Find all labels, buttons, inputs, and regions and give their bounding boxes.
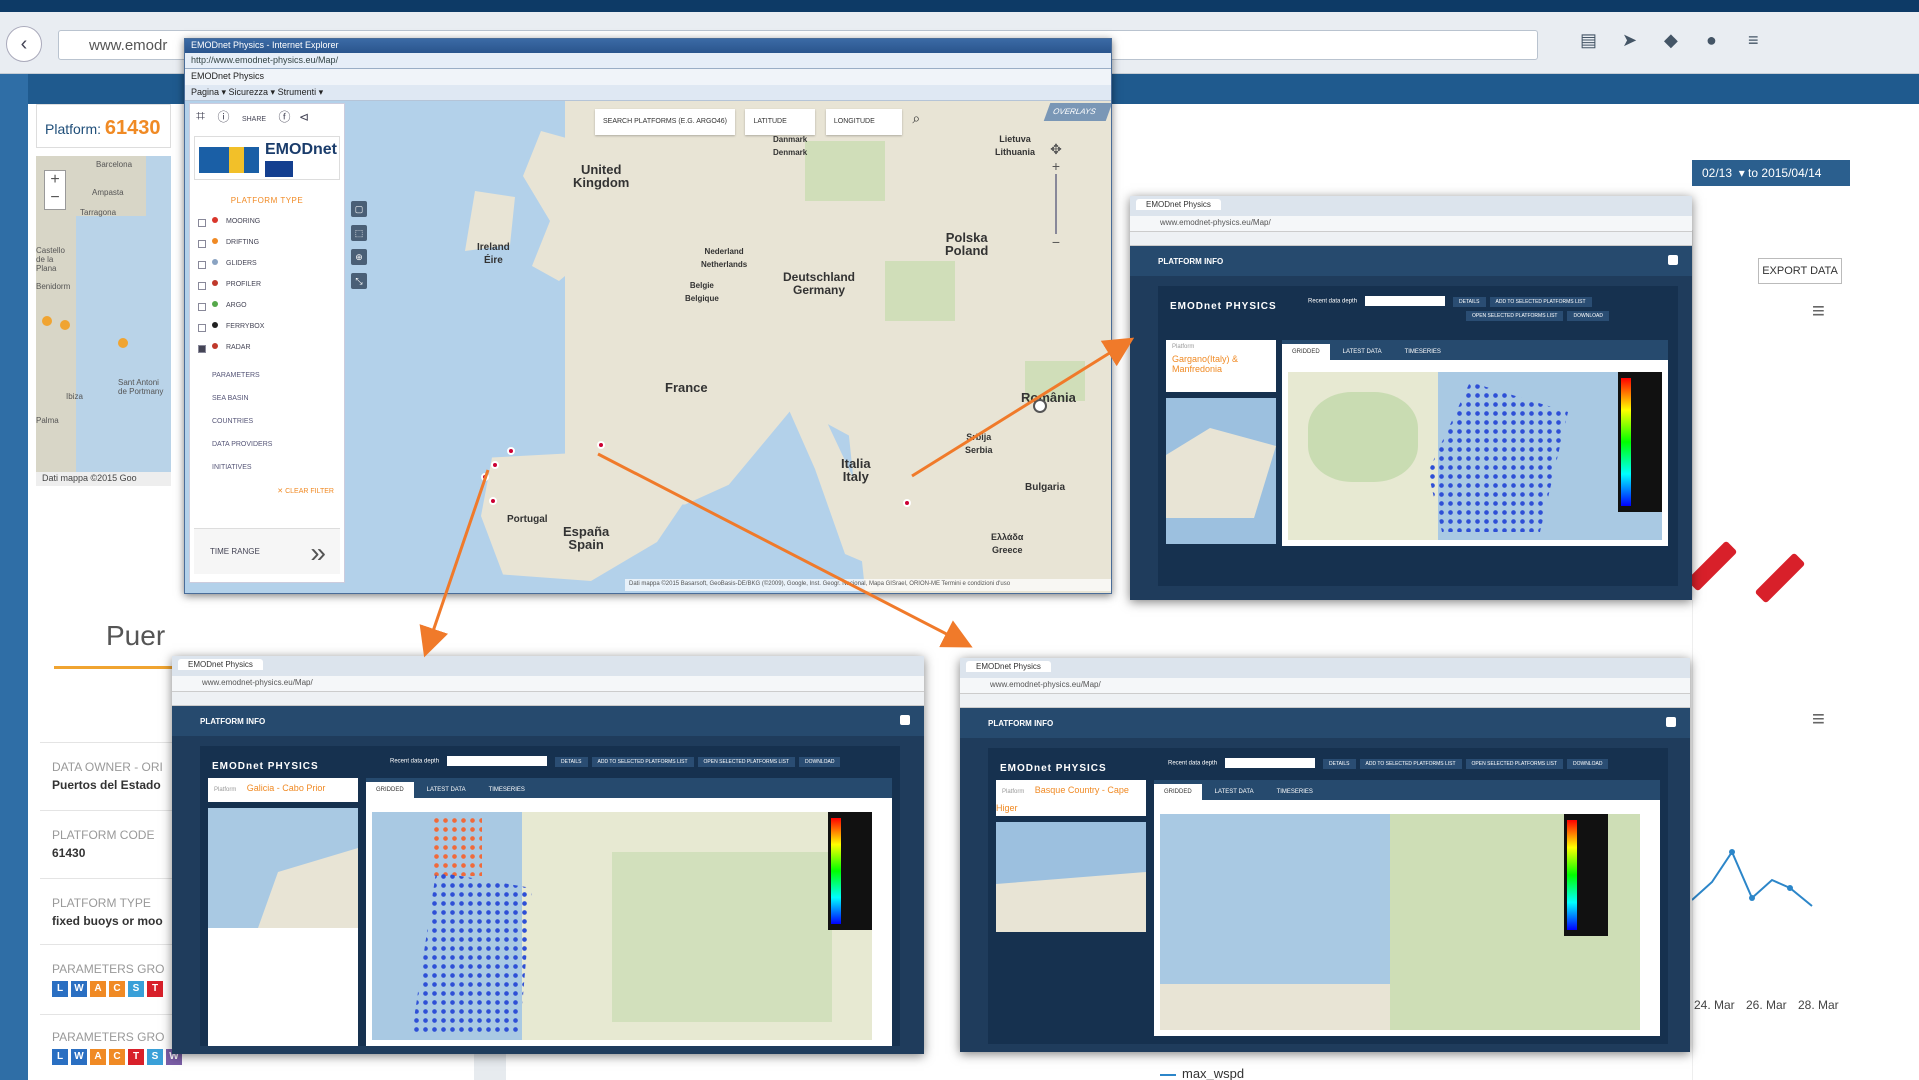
arrow-to-galicia (419, 469, 490, 658)
screenshot-stage: www.emodr ‹ ▤ ➤ ◆ ● ≡ Platform: 61430 + − Bar… (0, 0, 1919, 1080)
callout-arrows (419, 337, 1135, 658)
arrow-to-gargano (911, 337, 1135, 478)
arrow-to-basque (597, 452, 973, 648)
